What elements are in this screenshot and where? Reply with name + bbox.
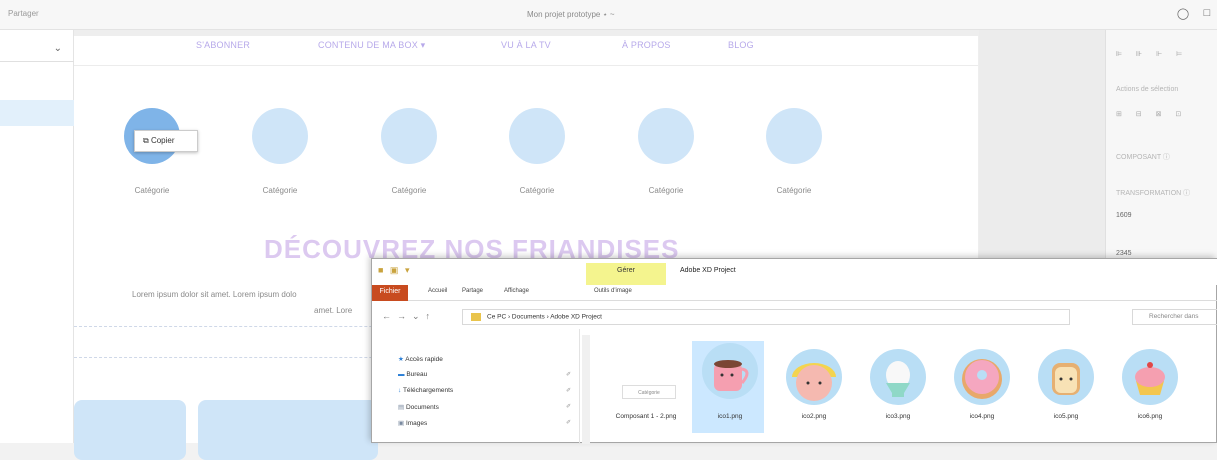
manage-tab[interactable]: Gérer bbox=[586, 263, 666, 285]
egg-cup-icon bbox=[870, 349, 926, 405]
category-circle[interactable] bbox=[766, 108, 822, 164]
transform-heading: TRANSFORMATION ⓘ bbox=[1116, 190, 1191, 197]
align-icons[interactable]: ⊫ ⊪ ⊩ ⊨ bbox=[1116, 50, 1188, 58]
app-titlebar: Partager Mon projet prototype ⋆ ~ ◯ □ bbox=[0, 0, 1217, 30]
layers-panel: ⌄ bbox=[0, 30, 74, 443]
nav-item-box-content[interactable]: CONTENU DE MA BOX ▾ bbox=[318, 40, 425, 51]
toast-icon bbox=[1038, 349, 1094, 405]
site-nav: S'ABONNER CONTENU DE MA BOX ▾ VU À LA TV… bbox=[74, 36, 978, 66]
file-thumbnail: Catégorie bbox=[616, 347, 676, 409]
nav-quick-access-label: Accès rapide bbox=[405, 356, 443, 363]
cupcake-icon bbox=[1122, 349, 1178, 405]
selected-layer-row[interactable] bbox=[0, 100, 74, 126]
copy-icon: ⧉ bbox=[143, 136, 149, 145]
category-label: Catégorie bbox=[648, 186, 684, 195]
donut-icon bbox=[954, 349, 1010, 405]
file-tile[interactable]: ico5.png bbox=[1028, 347, 1100, 431]
category-circle[interactable] bbox=[252, 108, 308, 164]
category-label: Catégorie bbox=[134, 186, 170, 195]
layers-dropdown[interactable]: ⌄ bbox=[0, 40, 74, 62]
search-placeholder: Rechercher dans bbox=[1149, 313, 1199, 320]
file-explorer-window[interactable]: ■ ▣ ▾ Gérer Adobe XD Project Fichier Acc… bbox=[371, 258, 1217, 444]
image-icon: ▣ bbox=[398, 420, 406, 427]
nav-downloads[interactable]: ↓ Téléchargements bbox=[398, 387, 453, 394]
width-value[interactable]: 1609 bbox=[1116, 212, 1132, 219]
cookie-icon bbox=[786, 349, 842, 405]
selection-actions[interactable]: Actions de sélection bbox=[1116, 86, 1178, 93]
nav-images[interactable]: ▣ Images bbox=[398, 419, 427, 427]
explorer-title: Adobe XD Project bbox=[680, 267, 736, 274]
component-heading: COMPOSANT ⓘ bbox=[1116, 154, 1170, 161]
chevron-down-icon: ⌄ bbox=[53, 43, 62, 54]
ribbon-tab-view[interactable]: Affichage bbox=[504, 288, 529, 294]
explorer-nav-pane: ★ Accès rapide ▬ Bureau ↓ Téléchargement… bbox=[372, 329, 580, 444]
copy-label: Copier bbox=[150, 136, 175, 145]
nav-desktop[interactable]: ▬ Bureau bbox=[398, 371, 427, 378]
category-circle[interactable] bbox=[381, 108, 437, 164]
file-name: ico3.png bbox=[885, 413, 911, 420]
nav-item-about[interactable]: À PROPOS bbox=[622, 40, 671, 50]
window-control-icon[interactable]: □ bbox=[1200, 7, 1214, 21]
nav-quick-access[interactable]: ★ Accès rapide bbox=[398, 355, 443, 363]
copy-context-menu[interactable]: ⧉ Copier bbox=[134, 130, 198, 152]
nav-item-tv[interactable]: VU À LA TV bbox=[501, 40, 551, 50]
file-tile[interactable]: Catégorie Composant 1 - 2.png bbox=[608, 347, 680, 431]
height-value[interactable]: 2345 bbox=[1116, 250, 1132, 257]
file-name: ico4.png bbox=[969, 413, 995, 420]
category-label: Catégorie bbox=[262, 186, 298, 195]
nav-scrollbar[interactable] bbox=[582, 335, 590, 444]
nav-documents-label: Documents bbox=[405, 404, 439, 411]
file-tile[interactable]: ico6.png bbox=[1112, 347, 1184, 431]
ribbon-tab-home[interactable]: Accueil bbox=[428, 288, 447, 294]
search-box[interactable]: Rechercher dans bbox=[1132, 309, 1217, 325]
share-label[interactable]: Partager bbox=[8, 9, 39, 18]
file-menu-tab[interactable]: Fichier bbox=[372, 285, 408, 301]
boolean-icons[interactable]: ⊞ ⊟ ⊠ ⊡ bbox=[1116, 110, 1187, 118]
file-name: Composant 1 - 2.png bbox=[615, 413, 677, 420]
nav-item-subscribe[interactable]: S'ABONNER bbox=[196, 40, 250, 50]
pin-icon[interactable]: ✐ bbox=[566, 371, 571, 378]
account-icon[interactable]: ◯ bbox=[1176, 7, 1190, 21]
file-tile[interactable]: ico1.png bbox=[692, 341, 764, 433]
address-path: Ce PC › Documents › Adobe XD Project bbox=[487, 313, 602, 321]
file-name: ico6.png bbox=[1137, 413, 1163, 420]
category-circle[interactable] bbox=[509, 108, 565, 164]
explorer-titlebar: ■ ▣ ▾ Gérer Adobe XD Project bbox=[372, 259, 1217, 285]
nav-documents[interactable]: ▤ Documents bbox=[398, 403, 439, 411]
category-circle[interactable] bbox=[638, 108, 694, 164]
file-tile[interactable]: ico4.png bbox=[944, 347, 1016, 431]
file-tile[interactable]: ico3.png bbox=[860, 347, 932, 431]
explorer-ribbon: Fichier Accueil Partage Affichage Outils… bbox=[372, 285, 1217, 301]
quick-access-toolbar-icons[interactable]: ■ ▣ ▾ bbox=[378, 265, 411, 276]
file-name: ico5.png bbox=[1053, 413, 1079, 420]
folder-icon bbox=[471, 313, 481, 321]
lorem-text-2: amet. Lore bbox=[314, 306, 353, 315]
ribbon-tab-share[interactable]: Partage bbox=[462, 288, 483, 294]
nav-downloads-label: Téléchargements bbox=[402, 387, 454, 394]
pin-icon[interactable]: ✐ bbox=[566, 403, 571, 410]
component-thumb-label: Catégorie bbox=[622, 385, 676, 399]
nav-arrow-icons[interactable]: ←→⌄↑ bbox=[382, 311, 436, 322]
product-card[interactable] bbox=[74, 400, 186, 460]
lorem-text: Lorem ipsum dolor sit amet. Lorem ipsum … bbox=[132, 290, 297, 299]
file-name: ico2.png bbox=[801, 413, 827, 420]
nav-images-label: Images bbox=[405, 420, 428, 427]
pin-icon[interactable]: ✐ bbox=[566, 387, 571, 394]
product-card[interactable] bbox=[198, 400, 378, 460]
category-label: Catégorie bbox=[391, 186, 427, 195]
file-tile[interactable]: ico2.png bbox=[776, 347, 848, 431]
category-label: Catégorie bbox=[776, 186, 812, 195]
document-icon: ▤ bbox=[398, 404, 406, 411]
category-label: Catégorie bbox=[519, 186, 555, 195]
nav-item-blog[interactable]: BLOG bbox=[728, 40, 754, 50]
nav-desktop-label: Bureau bbox=[406, 371, 428, 378]
ribbon-tab-image-tools[interactable]: Outils d'image bbox=[594, 288, 632, 294]
cup-icon bbox=[702, 343, 758, 399]
pin-icon[interactable]: ✐ bbox=[566, 419, 571, 426]
document-title[interactable]: Mon projet prototype ⋆ ~ bbox=[527, 10, 615, 19]
file-name: ico1.png bbox=[717, 413, 743, 420]
address-bar-row: ←→⌄↑ Ce PC › Documents › Adobe XD Projec… bbox=[372, 307, 1217, 327]
address-bar[interactable]: Ce PC › Documents › Adobe XD Project bbox=[462, 309, 1070, 325]
